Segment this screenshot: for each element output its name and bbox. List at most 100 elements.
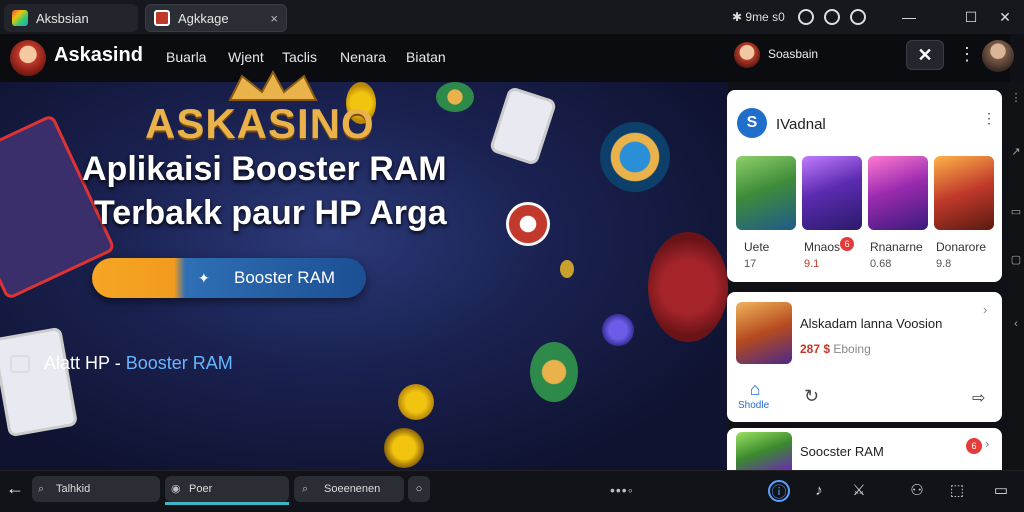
more-menu-icon[interactable]: ⋮: [958, 44, 976, 64]
gold-coin-graphic: [560, 260, 574, 278]
game-score-4: 9.8: [936, 258, 952, 270]
nav-link-4[interactable]: Nenara: [340, 49, 386, 65]
profile-avatar[interactable]: [982, 40, 1014, 72]
panel-title: IVadnal: [776, 116, 826, 133]
game-name-1: Uete: [744, 240, 770, 254]
caption-accent: Booster RAM: [125, 353, 233, 373]
user-name[interactable]: Soasbain: [768, 47, 818, 61]
booster-ram-button-label[interactable]: Booster RAM: [234, 268, 335, 288]
chevron-right-icon[interactable]: ›: [983, 302, 987, 317]
screenshot-icon[interactable]: ⬚: [946, 480, 968, 502]
taskbar-pill-1[interactable]: ⌕ Talhkid: [32, 476, 160, 502]
pager-dots[interactable]: •••◦: [610, 482, 634, 498]
refresh-icon[interactable]: ↻: [804, 386, 819, 407]
caption-frame-icon: [10, 355, 30, 373]
poker-chip-graphic: [506, 202, 550, 246]
search-icon: ⌕: [38, 483, 45, 495]
tab-label: Agkkage: [178, 10, 229, 26]
poker-chip-graphic: [602, 314, 634, 346]
game-name-4: Donarore: [936, 240, 987, 254]
featured-app-price: 287 $ Eboing: [800, 342, 871, 356]
minimize-button[interactable]: —: [898, 6, 920, 28]
search-icon: ⌕: [302, 483, 309, 495]
poker-chip-graphic: [648, 232, 728, 342]
user-avatar[interactable]: [734, 42, 760, 68]
hero-title-line2: Terbakk paur HP Arga: [94, 194, 447, 232]
settings-icon[interactable]: [850, 9, 866, 25]
circle-button[interactable]: ○: [408, 476, 430, 502]
chevron-right-icon[interactable]: ›: [985, 436, 989, 451]
brand-name[interactable]: Askasind: [54, 44, 143, 67]
score-badge: 6: [840, 237, 854, 251]
game-tile-3[interactable]: [868, 156, 928, 230]
app-icon: [12, 10, 28, 26]
brand-logo-avatar[interactable]: [10, 40, 46, 76]
active-indicator: [165, 502, 289, 505]
arrow-icon[interactable]: ↗: [1010, 146, 1022, 158]
caption-prefix: Alatt HP -: [44, 353, 126, 373]
playing-card-graphic: [488, 85, 558, 167]
record-icon: ◉: [171, 483, 181, 495]
game-tile-2[interactable]: [802, 156, 862, 230]
taskbar-pill-label: Talhkid: [56, 483, 91, 495]
gold-coin-graphic: [384, 428, 424, 468]
home-icon[interactable]: ⌂: [745, 380, 765, 398]
close-icon[interactable]: ×: [270, 11, 278, 26]
nav-link-3[interactable]: Taclis: [282, 49, 317, 65]
target-icon[interactable]: [824, 9, 840, 25]
nav-link-5[interactable]: Biatan: [406, 49, 446, 65]
nav-link-1[interactable]: Buarla: [166, 49, 206, 65]
list-item-title[interactable]: Soocster RAM: [800, 444, 884, 459]
hero-caption: Alatt HP - Booster RAM: [44, 353, 233, 374]
poker-chip-graphic: [530, 342, 578, 402]
panel-menu-icon[interactable]: ⋮: [982, 111, 996, 125]
close-window-button[interactable]: ✕: [994, 6, 1016, 28]
list-item-thumbnail[interactable]: [736, 432, 792, 470]
box-icon[interactable]: ▢: [1010, 254, 1022, 266]
home-label[interactable]: Shodle: [738, 400, 769, 411]
nav-link-2[interactable]: Wjent: [228, 49, 264, 65]
game-tile-4[interactable]: [934, 156, 994, 230]
featured-app-title[interactable]: Alskadam lanna Voosion: [800, 316, 942, 331]
panel-logo-icon: S: [737, 108, 767, 138]
game-score-2: 9.1: [804, 258, 820, 270]
price-note: Eboing: [833, 342, 871, 356]
tab-agkkage[interactable]: Agkkage ×: [145, 4, 287, 32]
taskbar-pill-3[interactable]: ⌕ Soeenenen: [294, 476, 404, 502]
hero-logo-text: ASKASINO: [145, 100, 375, 147]
back-arrow-icon[interactable]: ←: [6, 478, 24, 499]
gold-coin-graphic: [398, 384, 434, 420]
poker-chip-graphic: [600, 122, 670, 192]
game-score-3: 0.68: [870, 258, 892, 270]
taskbar-pill-label: Soeenenen: [324, 483, 381, 495]
site-navbar: [0, 34, 1010, 82]
dots-icon[interactable]: ⋮: [1010, 92, 1022, 104]
sparkle-icon: ✦: [198, 270, 210, 286]
notification-badge: 6: [966, 438, 982, 454]
featured-app-thumbnail[interactable]: [736, 302, 792, 364]
game-score-1: 17: [744, 258, 757, 270]
maximize-button[interactable]: ☐: [960, 6, 982, 28]
price-value: 287 $: [800, 342, 831, 356]
taskbar-pill-label: Poer: [189, 483, 213, 495]
crown-icon: [228, 70, 318, 101]
hero-title-line1: Aplikaisi Booster RAM: [82, 150, 447, 188]
game-name-3: Rnanarne: [870, 240, 923, 254]
poker-chip-graphic: [436, 82, 474, 112]
game-tile-1[interactable]: [736, 156, 796, 230]
music-icon[interactable]: ♪: [808, 480, 830, 502]
playing-card-graphic: [0, 326, 79, 438]
controller-icon[interactable]: ⚇: [906, 480, 928, 502]
window-icon[interactable]: ▭: [990, 480, 1012, 502]
site-icon: [154, 10, 170, 26]
shield-icon[interactable]: [798, 9, 814, 25]
status-text: ✱ 9me s0: [732, 10, 785, 24]
share-icon[interactable]: ⇨: [972, 388, 985, 408]
panel-icon[interactable]: ▭: [1010, 206, 1022, 218]
info-icon[interactable]: ⓘ: [768, 480, 790, 502]
taskbar-pill-2[interactable]: ◉ Poer: [165, 476, 289, 502]
tab-aksbsian[interactable]: Aksbsian: [4, 4, 138, 32]
chevron-left-icon[interactable]: ‹: [1010, 318, 1022, 330]
sword-icon[interactable]: ⚔: [848, 480, 870, 502]
close-button[interactable]: ✕: [906, 40, 944, 70]
